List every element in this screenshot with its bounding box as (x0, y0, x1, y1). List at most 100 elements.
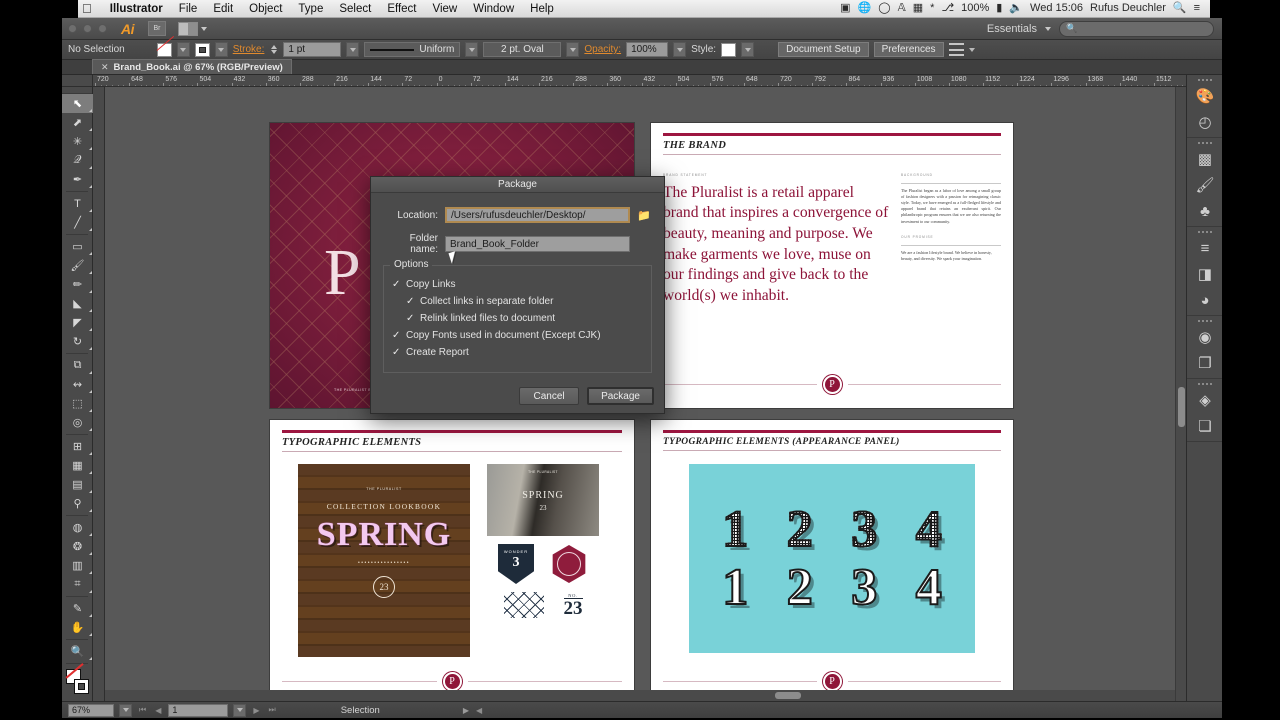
color-guide-panel-icon[interactable]: ◴ (1187, 109, 1223, 135)
layers-panel-icon[interactable]: ◈ (1187, 387, 1223, 413)
checkbox-copy-fonts[interactable]: ✓ Copy Fonts used in document (Except CJ… (392, 330, 643, 341)
brush-definition-select[interactable]: 2 pt. Oval (483, 42, 562, 57)
help-search-input[interactable]: 🔍 (1059, 20, 1214, 37)
tools-panel-grip[interactable] (62, 87, 92, 94)
blend-tool[interactable]: ◍ (62, 518, 93, 537)
perspective-grid-tool[interactable]: ⊞ (62, 437, 93, 456)
previous-artboard-button[interactable]: ◀ (153, 706, 163, 715)
fill-stroke-control[interactable] (62, 666, 93, 700)
checkbox-relink-files[interactable]: ✓ Relink linked files to document (406, 313, 643, 324)
next-artboard-button[interactable]: ▶ (251, 706, 261, 715)
search-icon[interactable]: 🔍 (1173, 3, 1187, 14)
paintbrush-tool[interactable]: 🖌 (62, 256, 93, 275)
apple-logo-icon[interactable]:  (82, 2, 92, 15)
brushes-panel-icon[interactable]: 🖌 (1187, 172, 1223, 198)
folder-icon[interactable]: 📁 (636, 207, 652, 223)
horizontal-ruler[interactable]: 720 648 576 504 432 360 288 216 144 72 0 72 144 216 28… (93, 75, 1186, 87)
align-icon[interactable] (948, 43, 964, 56)
pencil-tool[interactable]: ✏ (62, 275, 93, 294)
vertical-scrollbar[interactable] (1175, 87, 1186, 718)
graphic-style-swatch[interactable] (721, 42, 737, 57)
menu-object[interactable]: Object (241, 3, 290, 15)
minimize-window-button[interactable] (83, 24, 92, 33)
graphic-style-dropdown[interactable] (741, 42, 755, 57)
window-buttons[interactable] (68, 24, 107, 33)
status-menu-button[interactable]: ◀ (474, 706, 484, 715)
width-tool[interactable]: ↭ (62, 375, 93, 394)
magic-wand-tool[interactable]: ✳ (62, 132, 93, 151)
stroke-panel-icon[interactable]: ≡ (1187, 235, 1223, 261)
stroke-color-swatch[interactable] (74, 679, 89, 694)
transparency-panel-icon[interactable]: ◕ (1187, 287, 1223, 313)
checkbox-create-report[interactable]: ✓ Create Report (392, 347, 643, 358)
appearance-panel-icon[interactable]: ◉ (1187, 324, 1223, 350)
checkbox-copy-links[interactable]: ✓ Copy Links (392, 279, 643, 290)
preferences-button[interactable]: Preferences (873, 42, 944, 57)
zoom-tool[interactable]: 🔍 (62, 642, 93, 661)
type-tool[interactable]: T (62, 194, 93, 213)
zoom-level-dropdown[interactable] (119, 703, 132, 717)
status-expand-button[interactable]: ▶ (463, 706, 469, 715)
menubar-username[interactable]: Rufus Deuchler (1090, 3, 1166, 14)
shape-builder-tool[interactable]: ◎ (62, 413, 93, 432)
first-artboard-button[interactable]: ⏮ (137, 705, 148, 715)
ruler-corner[interactable] (62, 75, 93, 87)
eyedropper-tool[interactable]: ⚲ (62, 494, 93, 513)
vertical-scroll-thumb[interactable] (1178, 387, 1185, 427)
document-tab[interactable]: ✕ Brand_Book.ai @ 67% (RGB/Preview) (92, 59, 292, 74)
menu-edit[interactable]: Edit (205, 3, 241, 15)
stroke-swatch-dropdown[interactable] (214, 42, 228, 57)
notification-center-icon[interactable]: ≡ (1194, 3, 1200, 14)
fill-swatch[interactable] (156, 42, 172, 57)
location-input[interactable]: /Users/rufusdeuchler/Desktop/ (445, 207, 630, 223)
swatches-panel-icon[interactable]: ▩ (1187, 146, 1223, 172)
gradient-tool[interactable]: ▤ (62, 475, 93, 494)
battery-icon[interactable]: ▮ (996, 3, 1002, 14)
gradient-panel-icon[interactable]: ◨ (1187, 261, 1223, 287)
folder-name-input[interactable]: Brand_Book_Folder (445, 236, 630, 252)
pen-tool[interactable]: ✒ (62, 170, 93, 189)
opacity-value[interactable]: 100% (626, 42, 669, 57)
status-text[interactable]: Selection (341, 705, 380, 716)
volume-icon[interactable]: 🔈 (1009, 3, 1023, 14)
globe-icon[interactable]: 🌐 (858, 3, 872, 14)
last-artboard-button[interactable]: ⏭ (267, 705, 278, 715)
brush-definition-dropdown[interactable] (566, 42, 580, 57)
cancel-button[interactable]: Cancel (519, 387, 580, 405)
artboard-the-brand[interactable]: THE BRAND BRAND STATEMENT The Pluralist … (651, 123, 1013, 408)
eraser-tool[interactable]: ◤ (62, 313, 93, 332)
zoom-window-button[interactable] (98, 24, 107, 33)
workspace-switcher[interactable]: Essentials (987, 23, 1037, 35)
screen-record-icon[interactable]: ▣ (840, 3, 850, 14)
menu-file[interactable]: File (171, 3, 206, 15)
bluetooth-icon[interactable]: * (930, 3, 934, 14)
menubar-clock[interactable]: Wed 15:06 (1030, 3, 1083, 14)
arrange-documents-icon[interactable] (178, 21, 207, 36)
artboard-number-dropdown[interactable] (233, 703, 247, 717)
horizontal-scrollbar[interactable] (105, 690, 1175, 701)
free-transform-tool[interactable]: ⬚ (62, 394, 93, 413)
close-window-button[interactable] (68, 24, 77, 33)
menu-view[interactable]: View (425, 3, 466, 15)
hand-tool[interactable]: ✋ (62, 618, 93, 637)
opacity-label[interactable]: Opacity: (584, 44, 621, 55)
menu-help[interactable]: Help (522, 3, 562, 15)
workspace-chevron-icon[interactable] (1045, 26, 1051, 31)
direct-selection-tool[interactable]: ⬈ (62, 113, 93, 132)
artboards-panel-icon[interactable]: ❏ (1187, 413, 1223, 439)
mesh-tool[interactable]: ▦ (62, 456, 93, 475)
selection-tool[interactable]: ⬉ (62, 94, 93, 113)
scale-tool[interactable]: ⧉ (62, 356, 93, 375)
checkbox-collect-links[interactable]: ✓ Collect links in separate folder (406, 296, 643, 307)
rotate-tool[interactable]: ↻ (62, 332, 93, 351)
menu-type[interactable]: Type (290, 3, 331, 15)
symbol-sprayer-tool[interactable]: ❂ (62, 537, 93, 556)
color-panel-icon[interactable]: 🎨 (1187, 83, 1223, 109)
opacity-dropdown[interactable] (673, 42, 687, 57)
artboard-number-input[interactable]: 1 (168, 703, 229, 717)
fill-swatch-dropdown[interactable] (176, 42, 190, 57)
artboard-typographic-elements[interactable]: TYPOGRAPHIC ELEMENTS THE PLURALIST COLLE… (270, 420, 634, 705)
display-icon[interactable]: ▦ (913, 3, 923, 14)
menu-effect[interactable]: Effect (379, 3, 424, 15)
menu-window[interactable]: Window (465, 3, 522, 15)
